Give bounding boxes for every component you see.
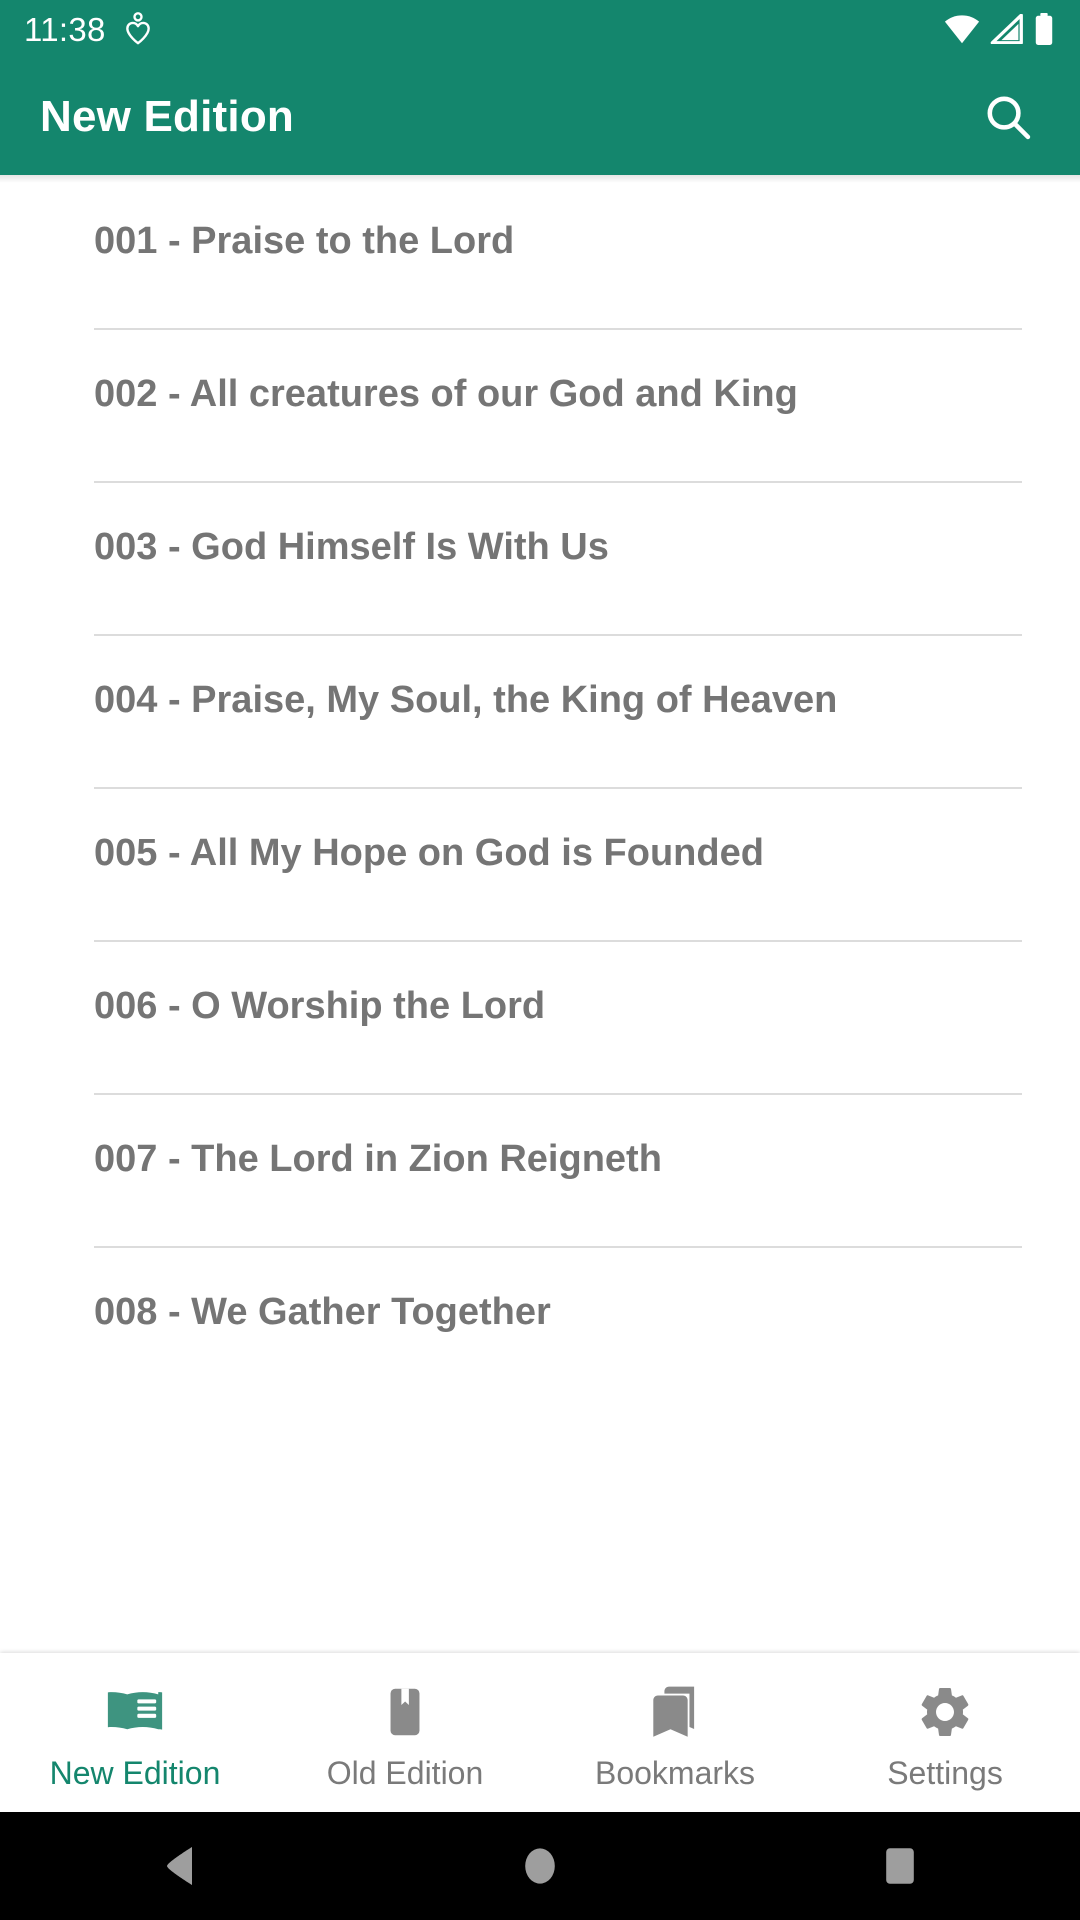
list-item[interactable]: 007 - The Lord in Zion Reigneth xyxy=(0,1093,1080,1246)
nav-item-new-edition[interactable]: New Edition xyxy=(0,1653,270,1790)
back-button[interactable] xyxy=(120,1812,240,1920)
list-item-label: 005 - All My Hope on God is Founded xyxy=(94,832,764,874)
list-item[interactable]: 003 - God Himself Is With Us xyxy=(0,481,1080,634)
page-title: New Edition xyxy=(40,91,294,141)
open-book-icon xyxy=(104,1681,166,1743)
search-icon xyxy=(982,91,1034,143)
status-bar: 11:38 xyxy=(0,0,1080,58)
status-bar-clock: 11:38 xyxy=(24,10,106,48)
home-circle-icon xyxy=(521,1844,559,1888)
nav-label-settings: Settings xyxy=(887,1755,1003,1791)
list-item[interactable]: 002 - All creatures of our God and King xyxy=(0,328,1080,481)
list-item[interactable]: 005 - All My Hope on God is Founded xyxy=(0,787,1080,940)
status-bar-right xyxy=(944,13,1054,45)
list-item[interactable]: 001 - Praise to the Lord xyxy=(0,175,1080,328)
nav-item-old-edition[interactable]: Old Edition xyxy=(270,1653,540,1790)
bottom-navigation-bar: New Edition Old Edition Bookmarks Settin… xyxy=(0,1653,1080,1812)
list-item-label: 002 - All creatures of our God and King xyxy=(94,373,798,415)
closed-book-bookmark-icon xyxy=(374,1681,436,1743)
nav-item-settings[interactable]: Settings xyxy=(810,1653,1080,1790)
nav-label-new-edition: New Edition xyxy=(49,1755,221,1791)
recents-button[interactable] xyxy=(840,1812,960,1920)
list-item-label: 008 - We Gather Together xyxy=(94,1291,551,1333)
home-button[interactable] xyxy=(480,1812,600,1920)
nav-item-bookmarks[interactable]: Bookmarks xyxy=(540,1653,810,1790)
android-system-navigation-bar xyxy=(0,1812,1080,1920)
list-item[interactable]: 008 - We Gather Together xyxy=(0,1246,1080,1399)
heart-notification-icon xyxy=(124,12,152,46)
status-bar-left: 11:38 xyxy=(24,12,152,46)
nav-label-bookmarks: Bookmarks xyxy=(594,1755,756,1791)
nav-label-old-edition: Old Edition xyxy=(326,1755,484,1791)
recents-square-icon xyxy=(881,1845,919,1887)
bookmarks-icon xyxy=(644,1681,706,1743)
search-button[interactable] xyxy=(972,81,1044,153)
list-item-label: 003 - God Himself Is With Us xyxy=(94,526,609,568)
list-item-label: 001 - Praise to the Lord xyxy=(94,220,515,262)
list-item[interactable]: 006 - O Worship the Lord xyxy=(0,940,1080,1093)
list-item-label: 004 - Praise, My Soul, the King of Heave… xyxy=(94,679,838,721)
wifi-icon xyxy=(944,14,980,44)
list-item[interactable]: 004 - Praise, My Soul, the King of Heave… xyxy=(0,634,1080,787)
phone-screen: 11:38 New Edition 001 - Praise to the Lo… xyxy=(0,0,1080,1920)
list-item-label: 007 - The Lord in Zion Reigneth xyxy=(94,1138,662,1180)
hymn-list: 001 - Praise to the Lord 002 - All creat… xyxy=(0,175,1080,1399)
hymn-list-area[interactable]: 001 - Praise to the Lord 002 - All creat… xyxy=(0,175,1080,1653)
battery-full-icon xyxy=(1034,13,1054,45)
list-item-label: 006 - O Worship the Lord xyxy=(94,985,546,1027)
app-bar: New Edition xyxy=(0,58,1080,175)
gear-icon xyxy=(915,1681,975,1743)
back-triangle-icon xyxy=(160,1844,200,1888)
cellular-signal-icon xyxy=(990,14,1024,44)
